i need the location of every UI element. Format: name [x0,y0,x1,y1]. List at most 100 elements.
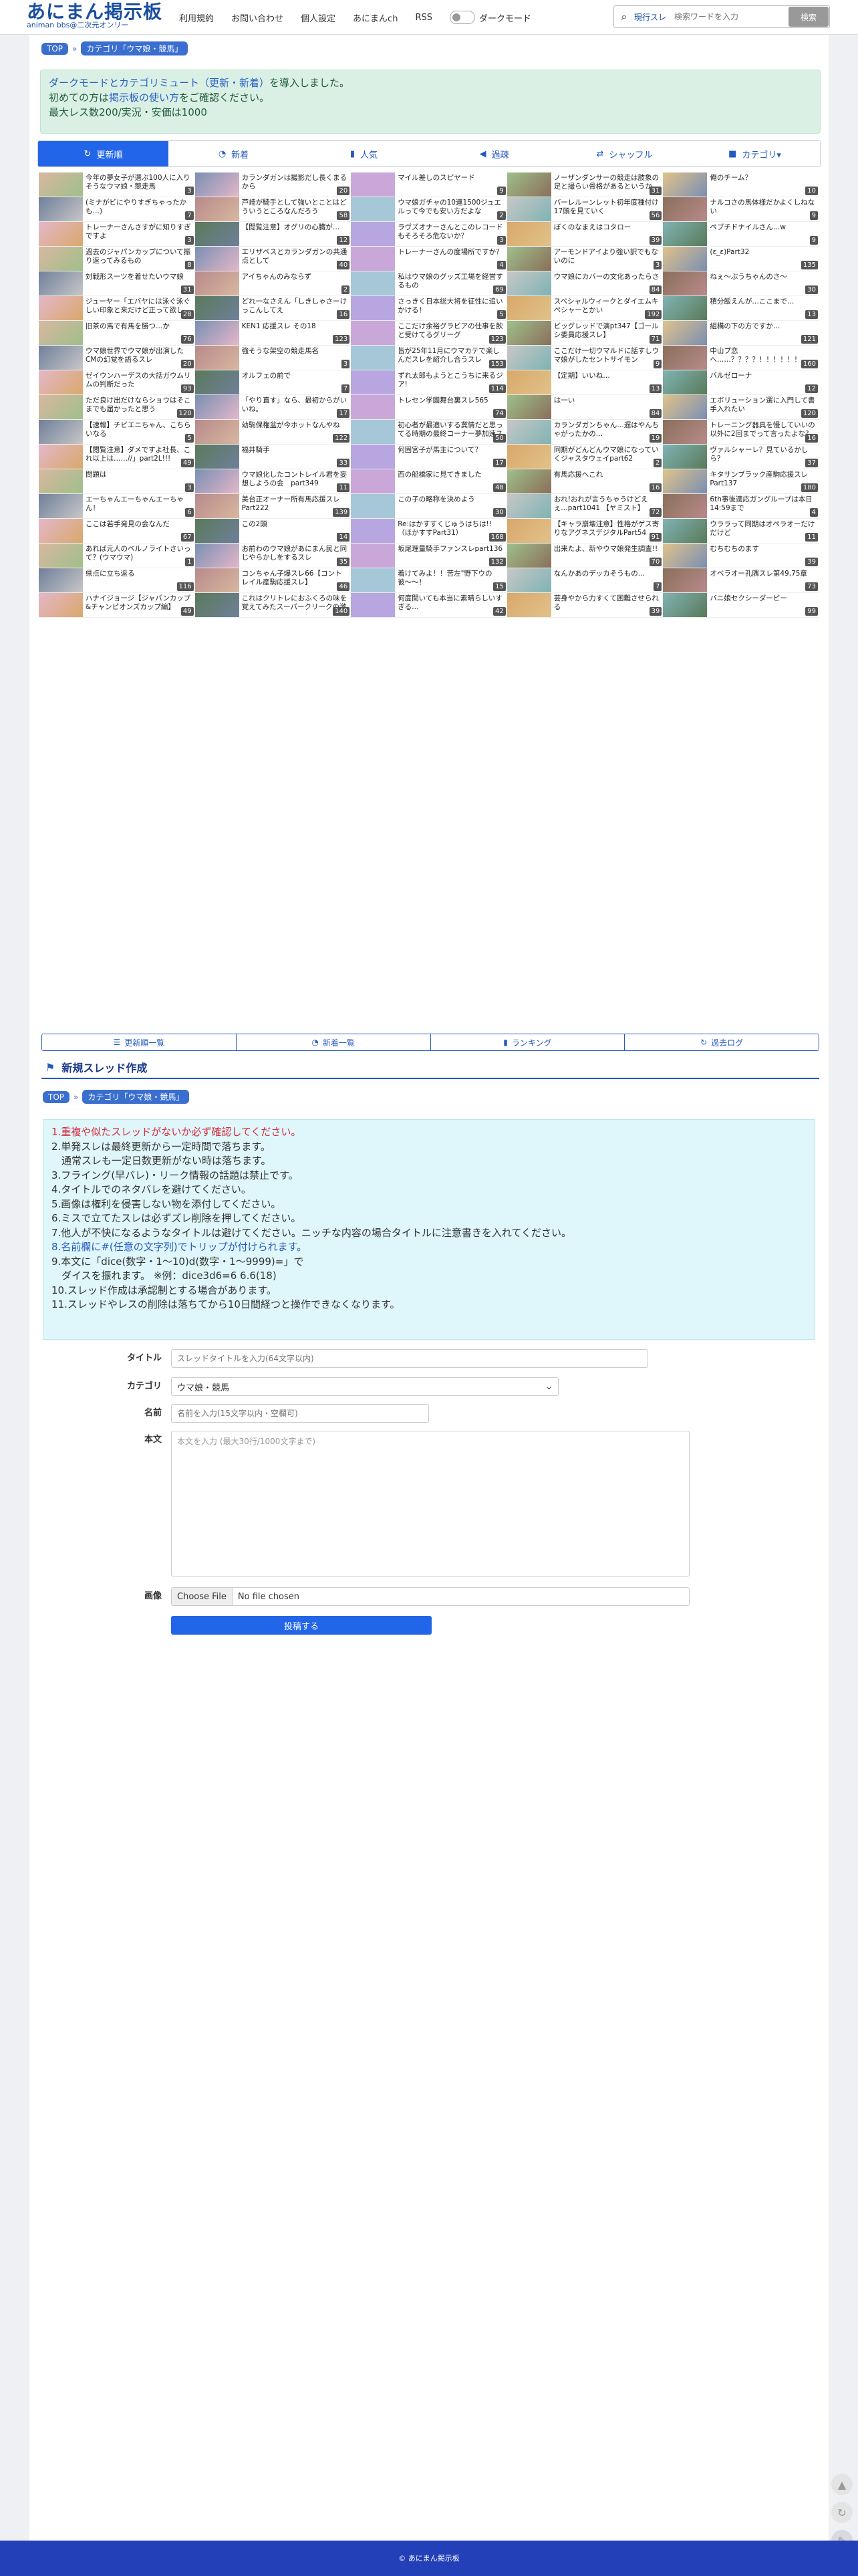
thread-title[interactable]: 問題は [83,469,195,488]
thread-thumbnail[interactable] [507,247,551,271]
thread-thumbnail[interactable] [39,296,83,320]
thread-item[interactable]: 芦崎が騎手として強いとことはどういうところなんだろう 58 [194,197,351,222]
thread-thumbnail[interactable] [194,395,239,419]
thread-thumbnail[interactable] [351,222,396,246]
search-button[interactable]: 検索 [789,7,829,27]
thread-thumbnail[interactable] [507,172,551,197]
image-file-input[interactable]: Choose File No file chosen [171,1587,690,1606]
thread-item[interactable]: ウマ娘化したコントレイル君を妄想しようの会 part349 11 [194,469,351,494]
thread-thumbnail[interactable] [39,370,83,394]
thread-title[interactable]: 積分飯えんが…ここまで… [707,296,819,315]
thread-title[interactable]: ヴァルシャーレ？見ているかしら？ [707,445,819,463]
thread-title[interactable]: 初心者が最適いする冀情だと思ってる時期の最終コーナー夢加速スキル [395,420,507,439]
thread-item[interactable]: 【速報】チビエニちゃん、こちらいなる 5 [39,420,195,445]
list-link-0[interactable]: ☰ 更新順一覧 [42,1034,237,1050]
thread-title[interactable]: 西の船橋家に見てきました [395,469,507,488]
thread-title[interactable]: 私はウマ娘のグッズ工場を経営するもの [395,271,507,290]
thread-thumbnail[interactable] [663,544,708,568]
thread-item[interactable]: ここは若手発見の会なんだ 67 [39,519,195,544]
thread-thumbnail[interactable] [194,593,239,617]
thread-thumbnail[interactable] [507,544,551,568]
thread-item[interactable]: トレーナーさんさすがに知りすぎですよ 3 [39,222,195,247]
thread-item[interactable]: バニ娘セクシーダービー 99 [663,593,819,618]
thread-thumbnail[interactable] [663,568,708,592]
thread-item[interactable]: ウララって同期はオペラオーだけだけど 11 [663,519,819,544]
thread-item[interactable]: エーちゃんエーちゃんエーちゃん！ 6 [39,494,195,519]
thread-item[interactable]: さっきく日本総大将を征性に追いかける！ 5 [351,296,507,321]
thread-title[interactable]: トレセン学園舞台裏スレ565 [395,395,507,414]
thread-title[interactable]: この子の略称を決めよう [395,494,507,513]
thread-thumbnail[interactable] [507,494,551,518]
thread-item[interactable]: コンちゃん子爆スレ66【コントレイル産駒応援スレ】 46 [194,568,351,593]
thread-item[interactable]: ジューヤー「エバヤには泳ぐ泳ぐしい印象と来だけど正って欲しい」28 [39,296,195,321]
thread-thumbnail[interactable] [194,172,239,197]
thread-title[interactable]: 俺のチーム？ [707,172,819,191]
body-textarea[interactable]: 本文を入力 (最大30行/1000文字まで) [171,1431,690,1576]
list-link-2[interactable]: ▮ ランキング [430,1034,625,1050]
thread-thumbnail[interactable] [39,445,83,469]
thread-title[interactable]: マイル差しのスピヤード [395,172,507,191]
notice-link-darkmode[interactable]: ダークモードとカテゴリミュート（更新・新着） [49,77,269,89]
thread-item[interactable]: 旧茶の馬で有馬を勝つ…か 76 [39,321,195,346]
thread-item[interactable]: あれば元人のベルノライトさいって？(ウマウマ) 1 [39,544,195,568]
thread-thumbnail[interactable] [351,370,396,394]
thread-item[interactable]: オルフェの前で 7 [194,370,351,395]
thread-title[interactable]: 【閲覧注意】オグリの心臓が… [239,222,351,241]
thread-item[interactable]: ただ良け出だけならショウはそこまでも届かったと思う 120 [39,395,195,420]
thread-thumbnail[interactable] [663,321,708,345]
thread-title[interactable]: ジューヤー「エバヤには泳ぐ泳ぐしい印象と来だけど正って欲しい」 [83,296,195,315]
thread-item[interactable]: 初心者が最適いする冀情だと思ってる時期の最終コーナー夢加速スキル50 [351,420,507,445]
thread-item[interactable]: 美台正オーナー所有馬応援スレ Part222 139 [194,494,351,519]
thread-item[interactable]: 積分飯えんが…ここまで… 13 [663,296,819,321]
thread-thumbnail[interactable] [663,197,708,221]
thread-item[interactable]: 県点に立ち返る 116 [39,568,195,593]
thread-title[interactable]: お前わのウマ娘があにまん民と同じやらかしをするスレ [239,544,351,562]
refresh-icon[interactable]: ↻ [831,2502,853,2523]
thread-title[interactable]: ここは若手発見の会なんだ [83,519,195,538]
thread-thumbnail[interactable] [351,247,396,271]
thread-thumbnail[interactable] [507,568,551,592]
thread-thumbnail[interactable] [351,346,396,370]
thread-title[interactable]: ぼくのなまえはコタロー [551,222,664,241]
thread-item[interactable]: ぼくのなまえはコタロー 39 [507,222,664,247]
thread-thumbnail[interactable] [507,469,551,493]
thread-thumbnail[interactable] [507,593,551,617]
thread-thumbnail[interactable] [351,544,396,568]
thread-item[interactable]: 組構の下の方ですか… 121 [663,321,819,346]
thread-title[interactable]: 旧茶の馬で有馬を勝つ…か [83,321,195,340]
thread-title[interactable]: ウマ娘化したコントレイル君を妄想しようの会 part349 [239,469,351,488]
thread-thumbnail[interactable] [351,445,396,469]
nav-terms[interactable]: 利用規約 [179,11,214,24]
thread-thumbnail[interactable] [663,271,708,296]
thread-title[interactable]: 【速報】チビエニちゃん、こちらいなる [83,420,195,439]
nav-animanch[interactable]: あにまんch [353,11,398,24]
thread-thumbnail[interactable] [663,172,708,197]
tab-3[interactable]: ◀ 過疎 [429,141,559,166]
thread-item[interactable]: 私はウマ娘のグッズ工場を経営するもの 69 [351,271,507,296]
thread-thumbnail[interactable] [194,370,239,394]
thread-title[interactable]: 今年の夢女子が選ぶ100人に入りそうなウマ娘・競走馬 [83,172,195,191]
thread-item[interactable]: ノーザンダンサーの競走は肢象の足と撮らい骨格があるというか 31 [507,172,664,197]
thread-item[interactable]: キタサンブラック産駒応援スレ Part137 180 [663,469,819,494]
thread-item[interactable]: オペラオー孔隅スレ第49,75章 73 [663,568,819,593]
thread-item[interactable]: (ミナがビにやりすぎちゃったかも…) 7 [39,197,195,222]
nav-contact[interactable]: お問い合わせ [231,11,283,24]
dark-mode-toggle[interactable] [449,11,475,24]
thread-thumbnail[interactable] [39,321,83,345]
thread-item[interactable]: 坂尾理量騎手ファンスレpart136 132 [351,544,507,568]
thread-item[interactable]: カランダガンは撮影だし長くまるから 20 [194,172,351,197]
thread-thumbnail[interactable] [351,321,396,345]
thread-item[interactable]: トレーナーさんの度場所ですか？ 4 [351,247,507,271]
thread-thumbnail[interactable] [351,172,396,197]
tab-5[interactable]: ■ カテゴリ▾ [690,141,820,166]
breadcrumb-top[interactable]: TOP [41,42,69,55]
thread-item[interactable]: エリザベスとカランダガンの共通点として 40 [194,247,351,271]
thread-title[interactable]: エーちゃんエーちゃんエーちゃん！ [83,494,195,513]
thread-thumbnail[interactable] [507,346,551,370]
thread-title[interactable]: どれ一なさえん「しきしゃさーけっこんしてえ [239,296,351,315]
thread-thumbnail[interactable] [39,395,83,419]
thread-title[interactable]: トレーニング器具を慢していいの以外に2回までって言ったよな? [707,420,819,439]
thread-item[interactable]: 同期がどんどんウマ娘になっていくジャスタウェイpart62 2 [507,445,664,469]
site-logo[interactable]: あにまん掲示板 animan bbs@二次元オンリー [27,1,167,29]
thread-item[interactable]: むちむちのます 39 [663,544,819,568]
